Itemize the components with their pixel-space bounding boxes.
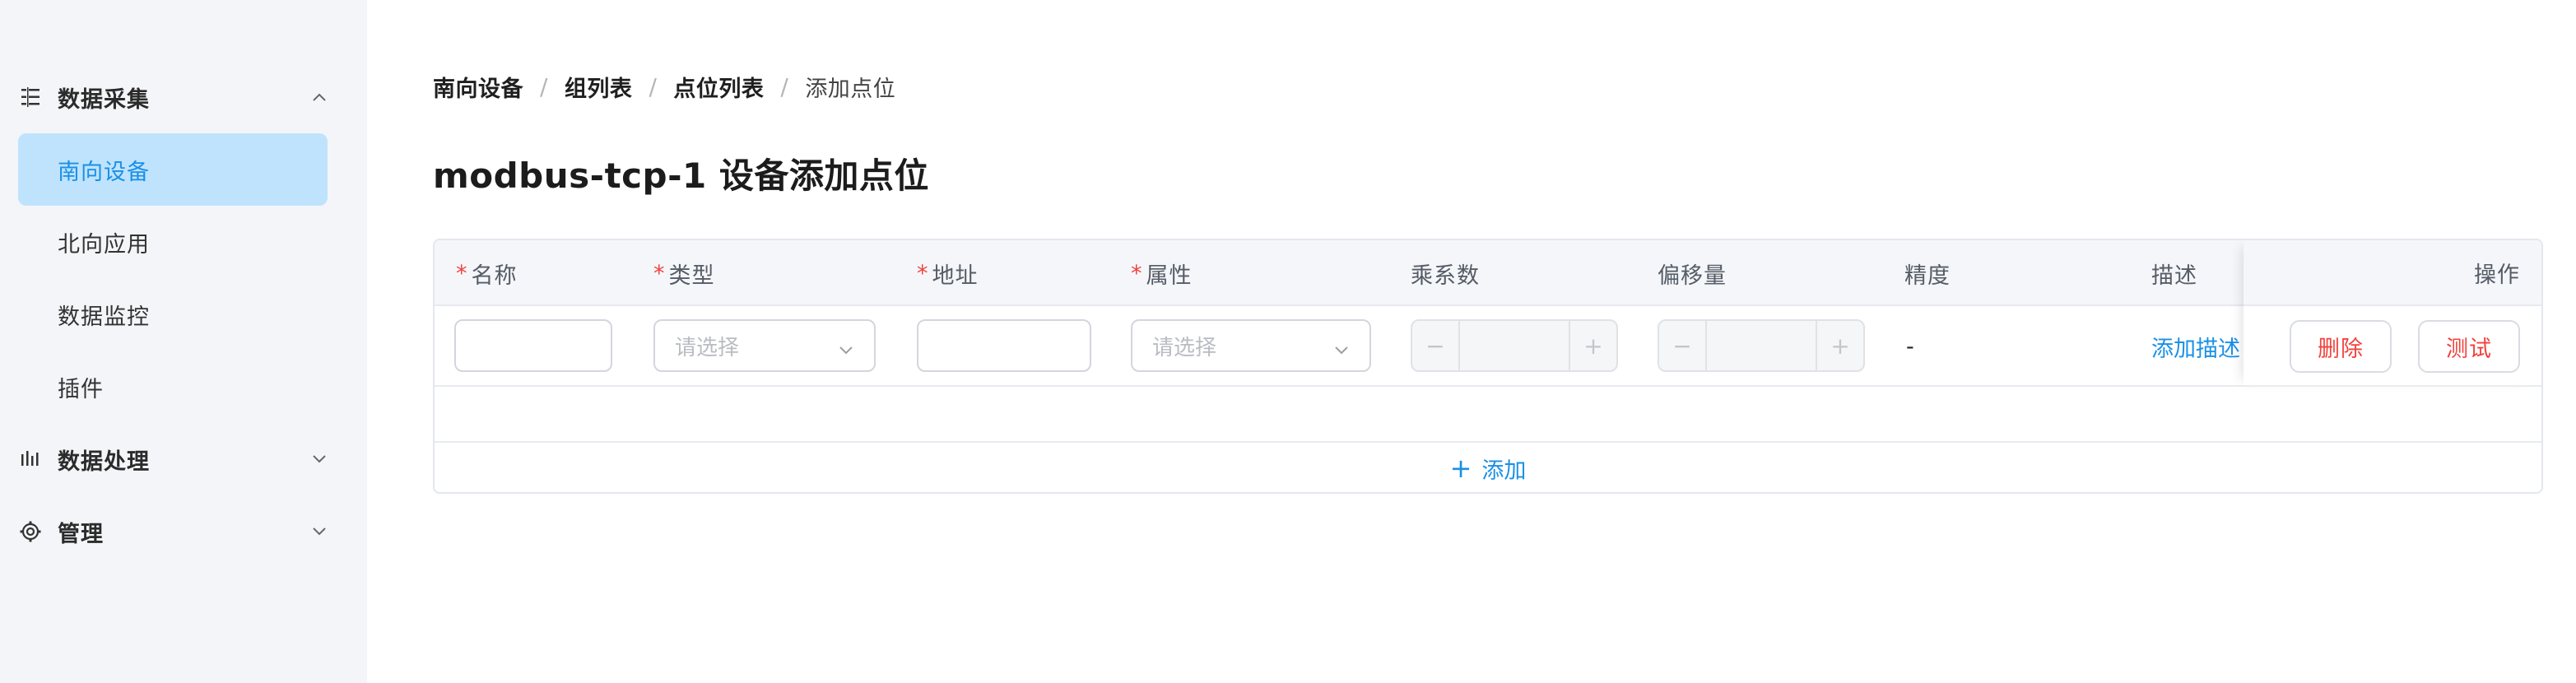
multiplier-input[interactable] bbox=[1458, 321, 1570, 370]
column-label: 属性 bbox=[1146, 263, 1193, 289]
sidebar-item-label: 数据监控 bbox=[58, 304, 150, 330]
precision-value: - bbox=[1906, 333, 1914, 360]
column-header-attribute: * 属性 bbox=[1131, 240, 1193, 306]
multiplier-stepper[interactable]: − + bbox=[1411, 319, 1618, 372]
list-icon bbox=[18, 85, 43, 109]
operations-cell: 删除 测试 bbox=[2244, 306, 2541, 387]
sidebar-item-label: 北向应用 bbox=[58, 231, 150, 258]
breadcrumb: 南向设备 / 组列表 / 点位列表 / 添加点位 bbox=[433, 71, 896, 103]
sidebar-item-plugins[interactable]: 插件 bbox=[18, 351, 328, 423]
required-mark: * bbox=[653, 260, 666, 286]
breadcrumb-separator: / bbox=[780, 72, 789, 100]
table-row: 请选择 请选择 − + − + - 添加描述 bbox=[435, 306, 2541, 387]
operations-column: 操作 删除 测试 bbox=[2244, 240, 2541, 387]
column-header-multiplier: 乘系数 bbox=[1411, 240, 1480, 306]
page-title: modbus-tcp-1 设备添加点位 bbox=[433, 156, 929, 196]
main-content: 南向设备 / 组列表 / 点位列表 / 添加点位 modbus-tcp-1 设备… bbox=[367, 0, 2576, 683]
nav-group-data-collection[interactable]: 数据采集 bbox=[18, 71, 328, 123]
sidebar-item-north-apps[interactable]: 北向应用 bbox=[18, 206, 328, 278]
chevron-down-icon bbox=[1333, 339, 1350, 355]
column-label: 类型 bbox=[668, 263, 715, 289]
delete-button[interactable]: 删除 bbox=[2290, 320, 2392, 373]
nav-group-label: 数据采集 bbox=[58, 86, 150, 113]
decrement-button[interactable]: − bbox=[1412, 321, 1458, 370]
chevron-down-icon bbox=[311, 451, 328, 467]
column-header-address: * 地址 bbox=[917, 240, 979, 306]
bars-icon bbox=[18, 447, 43, 472]
table-header: * 名称 * 类型 * 地址 * 属性 乘系数 偏移量 精度 描述 bbox=[435, 240, 2541, 306]
breadcrumb-separator: / bbox=[540, 72, 548, 100]
nav-group-label: 管理 bbox=[58, 521, 104, 547]
column-label: 地址 bbox=[932, 263, 979, 289]
add-point-label: 添加 bbox=[1481, 458, 1527, 484]
offset-stepper[interactable]: − + bbox=[1658, 319, 1865, 372]
add-description-link[interactable]: 添加描述 bbox=[2151, 306, 2240, 387]
nav-group-management[interactable]: 管理 bbox=[18, 505, 328, 558]
decrement-button[interactable]: − bbox=[1659, 321, 1705, 370]
chevron-down-icon bbox=[311, 523, 328, 540]
sidebar-item-label: 南向设备 bbox=[58, 159, 150, 185]
points-table: * 名称 * 类型 * 地址 * 属性 乘系数 偏移量 精度 描述 请选择 请选… bbox=[433, 239, 2543, 494]
breadcrumb-current: 添加点位 bbox=[805, 76, 896, 102]
increment-button[interactable]: + bbox=[1570, 321, 1616, 370]
sidebar-item-label: 插件 bbox=[58, 376, 104, 402]
nav-group-label: 数据处理 bbox=[58, 448, 150, 475]
sidebar: 数据采集 南向设备 北向应用 数据监控 插件 数据处理 管理 bbox=[0, 0, 367, 683]
chevron-up-icon bbox=[311, 89, 328, 105]
required-mark: * bbox=[1131, 260, 1143, 286]
increment-button[interactable]: + bbox=[1817, 321, 1863, 370]
column-label: 乘系数 bbox=[1411, 263, 1480, 289]
column-header-type: * 类型 bbox=[653, 240, 715, 306]
chevron-down-icon bbox=[838, 339, 854, 355]
column-label: 精度 bbox=[1904, 263, 1951, 289]
column-label: 操作 bbox=[2474, 262, 2520, 288]
test-button[interactable]: 测试 bbox=[2418, 320, 2520, 373]
breadcrumb-group-list[interactable]: 组列表 bbox=[565, 71, 633, 103]
type-select[interactable]: 请选择 bbox=[653, 319, 876, 372]
column-label: 描述 bbox=[2151, 263, 2197, 289]
add-point-button[interactable]: + 添加 bbox=[435, 441, 2541, 492]
column-label: 偏移量 bbox=[1658, 263, 1727, 289]
column-header-operations: 操作 bbox=[2244, 240, 2541, 306]
column-label: 名称 bbox=[471, 263, 518, 289]
column-header-offset: 偏移量 bbox=[1658, 240, 1727, 306]
required-mark: * bbox=[917, 260, 929, 286]
column-header-precision: 精度 bbox=[1904, 240, 1951, 306]
name-input[interactable] bbox=[454, 319, 612, 372]
address-input[interactable] bbox=[917, 319, 1091, 372]
sidebar-item-south-devices[interactable]: 南向设备 bbox=[18, 133, 328, 206]
offset-input[interactable] bbox=[1705, 321, 1817, 370]
type-select-placeholder: 请选择 bbox=[675, 335, 740, 360]
breadcrumb-south-devices[interactable]: 南向设备 bbox=[433, 71, 523, 103]
attribute-select[interactable]: 请选择 bbox=[1131, 319, 1371, 372]
column-header-description: 描述 bbox=[2151, 240, 2197, 306]
attribute-select-placeholder: 请选择 bbox=[1152, 335, 1217, 360]
app-root: 数据采集 南向设备 北向应用 数据监控 插件 数据处理 管理 南向设备 / 组列… bbox=[0, 0, 2576, 683]
column-header-name: * 名称 bbox=[456, 240, 518, 306]
plus-icon: + bbox=[1449, 453, 1472, 484]
required-mark: * bbox=[456, 260, 468, 286]
nav-group-data-processing[interactable]: 数据处理 bbox=[18, 433, 328, 486]
breadcrumb-point-list[interactable]: 点位列表 bbox=[673, 71, 764, 103]
gear-icon bbox=[18, 519, 43, 544]
breadcrumb-separator: / bbox=[649, 72, 658, 100]
sidebar-item-data-monitor[interactable]: 数据监控 bbox=[18, 278, 328, 351]
